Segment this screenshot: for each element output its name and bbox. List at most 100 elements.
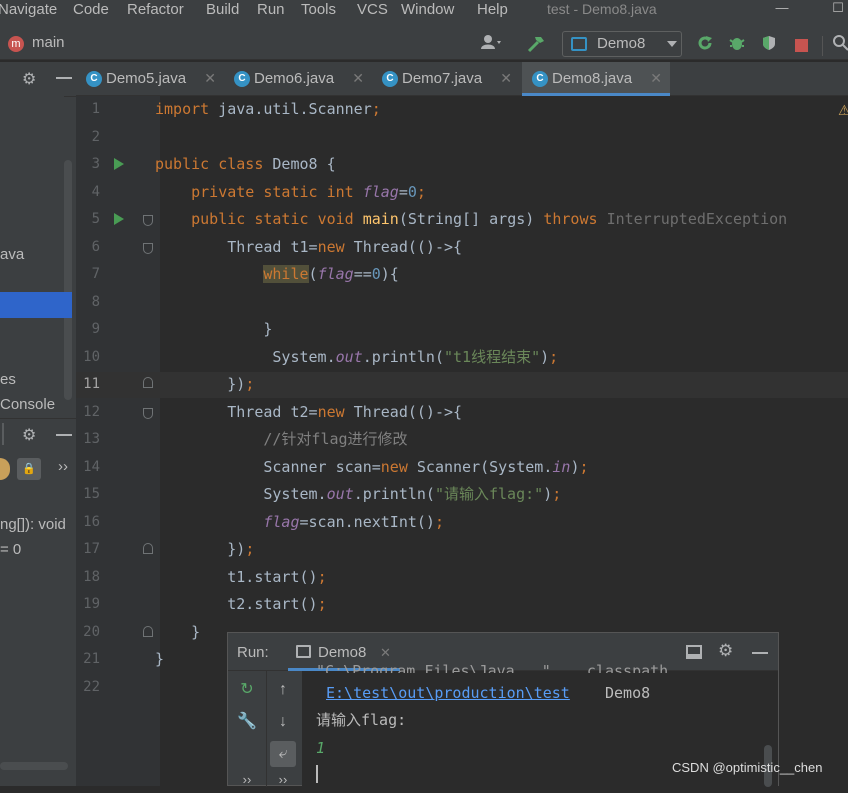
class-icon: C bbox=[382, 71, 398, 87]
scrollbar[interactable] bbox=[64, 160, 72, 400]
code-line: }); bbox=[155, 540, 255, 558]
warning-icon[interactable]: ⚠ bbox=[838, 102, 848, 119]
current-line-highlight bbox=[160, 372, 848, 398]
code-line: import java.util.Scanner; bbox=[155, 100, 381, 118]
code-line: private static int flag=0; bbox=[191, 183, 426, 201]
code-line: public class Demo8 { bbox=[155, 155, 336, 173]
layout-icon[interactable] bbox=[686, 645, 702, 659]
code-line: Thread t1=new Thread(()->{ bbox=[155, 238, 463, 256]
run-gutter-icon[interactable] bbox=[114, 158, 124, 170]
menu-vcs[interactable]: VCS bbox=[357, 0, 388, 22]
more-icon[interactable]: ›› bbox=[58, 458, 68, 475]
maximize-icon[interactable]: ☐ bbox=[828, 0, 848, 18]
console-input: 1 bbox=[316, 739, 326, 757]
chevron-down-icon bbox=[667, 41, 677, 47]
line-number: 19 bbox=[83, 596, 100, 612]
menu-navigate[interactable]: Navigate bbox=[0, 0, 57, 22]
line-number: 2 bbox=[91, 129, 100, 145]
search-icon[interactable] bbox=[830, 34, 848, 56]
close-icon[interactable]: ✕ bbox=[204, 62, 216, 95]
close-icon[interactable]: ✕ bbox=[500, 62, 512, 95]
tab-label: Demo6.java bbox=[254, 70, 335, 87]
build-hammer-icon[interactable] bbox=[525, 34, 547, 56]
line-number: 17 bbox=[83, 541, 100, 557]
structure-toolbar: 🔒 ›› bbox=[0, 456, 76, 486]
tree-item-console[interactable]: Console bbox=[0, 396, 55, 413]
tree-selected-row[interactable] bbox=[0, 292, 72, 318]
lock-icon[interactable]: 🔒 bbox=[17, 458, 41, 480]
user-icon[interactable] bbox=[474, 34, 508, 56]
line-number: 6 bbox=[91, 239, 100, 255]
menu-help[interactable]: Help bbox=[477, 0, 508, 22]
code-line: } bbox=[155, 650, 165, 668]
branch-badge: m bbox=[8, 36, 24, 52]
run-configuration-select[interactable]: Demo8 bbox=[562, 31, 682, 57]
menu-tools[interactable]: Tools bbox=[301, 0, 336, 22]
fold-icon[interactable] bbox=[143, 215, 153, 226]
gear-icon[interactable]: ⚙ bbox=[22, 69, 36, 89]
console-path-link[interactable]: E:\test\out\production\test bbox=[326, 683, 570, 703]
menu-window[interactable]: Window bbox=[401, 0, 454, 22]
line-number: 18 bbox=[83, 569, 100, 585]
line-number: 13 bbox=[83, 431, 100, 447]
rerun-icon[interactable]: ↻ bbox=[234, 677, 260, 703]
more-icon[interactable]: ›› bbox=[270, 767, 296, 793]
class-icon: C bbox=[532, 71, 548, 87]
navigation-bar: m main Demo8 bbox=[0, 30, 848, 60]
tree-item-fragment[interactable]: ava bbox=[0, 246, 24, 263]
coverage-icon[interactable] bbox=[758, 34, 780, 56]
debug-bug-icon[interactable] bbox=[726, 34, 748, 56]
fold-icon[interactable] bbox=[143, 243, 153, 254]
arrow-down-icon[interactable]: ↓ bbox=[270, 709, 296, 735]
filter-icon[interactable] bbox=[0, 458, 10, 480]
run-gutter-icon[interactable] bbox=[114, 213, 124, 225]
tab-demo7[interactable]: C Demo7.java ✕ bbox=[372, 62, 520, 96]
run-label: Run: bbox=[237, 644, 269, 661]
code-line: } bbox=[155, 623, 201, 641]
structure-member[interactable]: ng[]): void bbox=[0, 516, 66, 533]
watermark: CSDN @optimistic__chen bbox=[672, 760, 823, 775]
code-line: public static void main(String[] args) t… bbox=[191, 210, 788, 228]
wrench-icon[interactable]: 🔧 bbox=[234, 709, 260, 735]
line-number: 16 bbox=[83, 514, 100, 530]
rerun-icon[interactable] bbox=[694, 34, 716, 56]
menu-refactor[interactable]: Refactor bbox=[127, 0, 184, 22]
menu-build[interactable]: Build bbox=[206, 0, 239, 22]
code-line: flag=scan.nextInt(); bbox=[263, 513, 444, 531]
hide-panel-icon[interactable] bbox=[56, 434, 72, 436]
close-icon[interactable]: ✕ bbox=[380, 645, 391, 661]
gear-icon[interactable]: ⚙ bbox=[22, 425, 36, 445]
minimize-icon[interactable]: — bbox=[772, 0, 792, 18]
fold-icon[interactable] bbox=[143, 626, 153, 637]
tab-demo5[interactable]: C Demo5.java ✕ bbox=[76, 62, 224, 96]
more-icon[interactable]: ›› bbox=[234, 767, 260, 793]
line-number: 12 bbox=[83, 404, 100, 420]
tab-label: Demo7.java bbox=[402, 70, 483, 87]
scrollbar[interactable] bbox=[0, 762, 68, 770]
code-line: while(flag==0){ bbox=[263, 265, 399, 283]
close-icon[interactable]: ✕ bbox=[352, 62, 364, 95]
gear-icon[interactable]: ⚙ bbox=[718, 641, 733, 661]
tree-item-fragment[interactable]: es bbox=[0, 371, 16, 388]
menu-run[interactable]: Run bbox=[257, 0, 285, 22]
code-line: t1.start(); bbox=[155, 568, 327, 586]
menu-code[interactable]: Code bbox=[73, 0, 109, 22]
tab-demo8[interactable]: C Demo8.java ✕ bbox=[522, 62, 670, 96]
arrow-up-icon[interactable]: ↑ bbox=[270, 677, 296, 703]
console-class-name: Demo8 bbox=[605, 684, 651, 702]
tab-demo6[interactable]: C Demo6.java ✕ bbox=[224, 62, 372, 96]
run-config-label: Demo8 bbox=[597, 35, 646, 52]
close-icon[interactable]: ✕ bbox=[650, 62, 662, 95]
fold-icon[interactable] bbox=[143, 408, 153, 419]
structure-member[interactable]: = 0 bbox=[0, 541, 21, 558]
hide-panel-icon[interactable] bbox=[752, 652, 768, 654]
code-line: Scanner scan=new Scanner(System.in); bbox=[155, 458, 589, 476]
hide-panel-icon[interactable] bbox=[56, 77, 72, 79]
fold-icon[interactable] bbox=[143, 377, 153, 388]
line-number: 8 bbox=[91, 294, 100, 310]
fold-icon[interactable] bbox=[143, 543, 153, 554]
code-line: System.out.println("t1线程结束"); bbox=[155, 348, 559, 366]
stop-icon[interactable] bbox=[790, 34, 812, 56]
soft-wrap-icon[interactable]: ⤶ bbox=[270, 741, 296, 767]
branch-label[interactable]: main bbox=[32, 34, 65, 51]
